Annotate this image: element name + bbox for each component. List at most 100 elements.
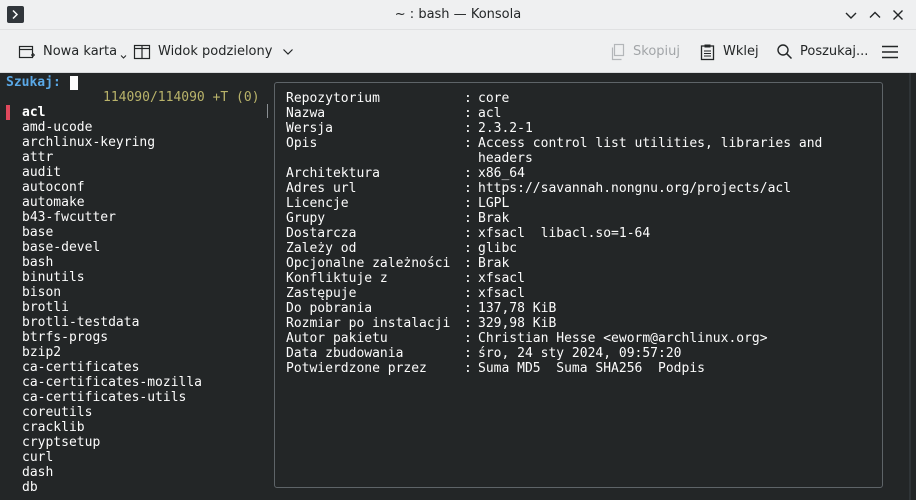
list-item[interactable]: brotli <box>22 300 202 315</box>
list-item[interactable]: curl <box>22 450 202 465</box>
info-value: xfsacl libacl.so=1-64 <box>478 226 651 241</box>
info-separator: : <box>464 346 472 361</box>
info-key: Opis <box>286 136 318 151</box>
list-item[interactable]: btrfs-progs <box>22 330 202 345</box>
list-item[interactable]: archlinux-keyring <box>22 135 202 150</box>
info-row: Adres url: https://savannah.nongnu.org/pr… <box>286 181 848 196</box>
text-cursor <box>70 76 78 90</box>
main-menu-button[interactable] <box>881 44 899 60</box>
info-separator: : <box>464 256 472 271</box>
new-tab-icon <box>18 45 35 58</box>
list-item[interactable]: bzip2 <box>22 345 202 360</box>
list-item[interactable]: ca-certificates <box>22 360 202 375</box>
info-row: Rozmiar po instalacji:329,98 KiB <box>286 316 848 331</box>
list-item[interactable]: amd-ucode <box>22 120 202 135</box>
selection-marker <box>6 105 10 120</box>
info-separator: : <box>464 91 472 106</box>
info-key: Do pobrania <box>286 301 373 316</box>
list-item[interactable]: binutils <box>22 270 202 285</box>
info-separator: : <box>464 166 472 181</box>
info-separator: : <box>464 181 472 196</box>
close-icon <box>893 10 903 20</box>
copy-button[interactable]: Skopiuj <box>609 30 680 73</box>
package-info-panel: Repozytorium: core Nazwa: acl Wersja:2.3.2-1… <box>274 82 883 488</box>
info-separator: : <box>464 136 472 151</box>
info-value: xfsacl <box>478 271 525 286</box>
copy-label: Skopiuj <box>633 44 680 59</box>
list-item[interactable]: ca-certificates-mozilla <box>22 375 202 390</box>
info-value: Access control list utilities, libraries… <box>478 136 831 166</box>
split-view-icon <box>133 44 151 59</box>
info-key: Licencje <box>286 196 349 211</box>
list-item[interactable]: coreutils <box>22 405 202 420</box>
list-item[interactable]: bison <box>22 285 202 300</box>
list-item[interactable]: acl <box>22 105 202 120</box>
list-item[interactable]: attr <box>22 150 202 165</box>
info-separator: : <box>464 241 472 256</box>
list-item[interactable]: b43-fwcutter <box>22 210 202 225</box>
info-key: Dostarcza <box>286 226 357 241</box>
search-prompt: Szukaj: <box>6 75 61 90</box>
title-bar[interactable]: ~ : bash — Konsola <box>0 0 916 30</box>
info-key: Konfliktuje z <box>286 271 388 286</box>
find-label: Poszukaj... <box>800 44 869 59</box>
info-value: LGPL <box>478 196 510 211</box>
info-key: Zastępuje <box>286 286 357 301</box>
list-item[interactable]: base <box>22 225 202 240</box>
list-item[interactable]: base-devel <box>22 240 202 255</box>
maximize-button[interactable] <box>867 7 883 23</box>
find-button[interactable]: Poszukaj... <box>776 30 868 73</box>
paste-button[interactable]: Wklej <box>699 30 759 73</box>
info-separator: : <box>464 361 472 376</box>
list-item[interactable]: db <box>22 480 202 495</box>
list-item[interactable]: cryptsetup <box>22 435 202 450</box>
list-item[interactable]: dash <box>22 465 202 480</box>
match-counter: 114090/114090 +T (0) <box>103 90 260 105</box>
info-separator: : <box>464 121 472 136</box>
chevron-down-icon <box>283 48 294 55</box>
package-info-rows: Repozytorium: core Nazwa: acl Wersja:2.3.2-1… <box>286 91 848 376</box>
terminal-area[interactable]: Szukaj: 114090/114090 +T (0) acl amd-ucod… <box>0 73 916 500</box>
list-item[interactable]: cracklib <box>22 420 202 435</box>
list-item[interactable]: brotli-testdata <box>22 315 202 330</box>
hamburger-menu-icon <box>882 45 898 59</box>
info-separator: : <box>464 106 472 121</box>
info-key: Autor pakietu <box>286 331 388 346</box>
info-value: glibc <box>478 241 518 256</box>
list-item[interactable]: audit <box>22 165 202 180</box>
info-key: Data zbudowania <box>286 346 404 361</box>
info-value: 137,78 KiB <box>478 301 557 316</box>
list-divider <box>267 104 268 118</box>
info-value: x86_64 <box>478 166 525 181</box>
list-item[interactable]: ca-certificates-utils <box>22 390 202 405</box>
info-key: Wersja <box>286 121 333 136</box>
split-view-button[interactable]: Widok podzielony <box>133 30 294 73</box>
info-key: Repozytorium <box>286 91 380 106</box>
terminal-scrollbar[interactable] <box>909 73 911 500</box>
info-value: https://savannah.nongnu.org/projects/acl <box>478 181 792 196</box>
info-separator: : <box>464 226 472 241</box>
close-button[interactable] <box>890 7 906 23</box>
search-icon <box>777 44 793 60</box>
package-list[interactable]: acl amd-ucode archlinux-keyring attr audit au… <box>22 105 202 495</box>
chevron-down-icon <box>120 54 127 59</box>
info-separator: : <box>464 211 472 226</box>
list-item[interactable]: bash <box>22 255 202 270</box>
info-row: Nazwa: acl <box>286 106 848 121</box>
split-view-label: Widok podzielony <box>158 44 273 59</box>
info-key: Opcjonalne zależności <box>286 256 451 271</box>
info-value: xfsacl <box>478 286 525 301</box>
info-separator: : <box>464 331 472 346</box>
info-row: Licencje: LGPL <box>286 196 848 211</box>
list-item[interactable]: automake <box>22 195 202 210</box>
info-row: Opcjonalne zależności: Brak <box>286 256 848 271</box>
info-value: core <box>478 91 510 106</box>
list-item[interactable]: autoconf <box>22 180 202 195</box>
info-separator: : <box>464 316 472 331</box>
info-row: Autor pakietu: Christian Hesse <eworm@arc… <box>286 331 848 346</box>
toolbar: Nowa karta Widok podzielony Skopiuj Wkle… <box>0 30 916 73</box>
paste-label: Wklej <box>723 44 759 59</box>
info-key: Adres url <box>286 181 357 196</box>
minimize-button[interactable] <box>843 7 859 23</box>
new-tab-button[interactable]: Nowa karta <box>18 30 127 73</box>
